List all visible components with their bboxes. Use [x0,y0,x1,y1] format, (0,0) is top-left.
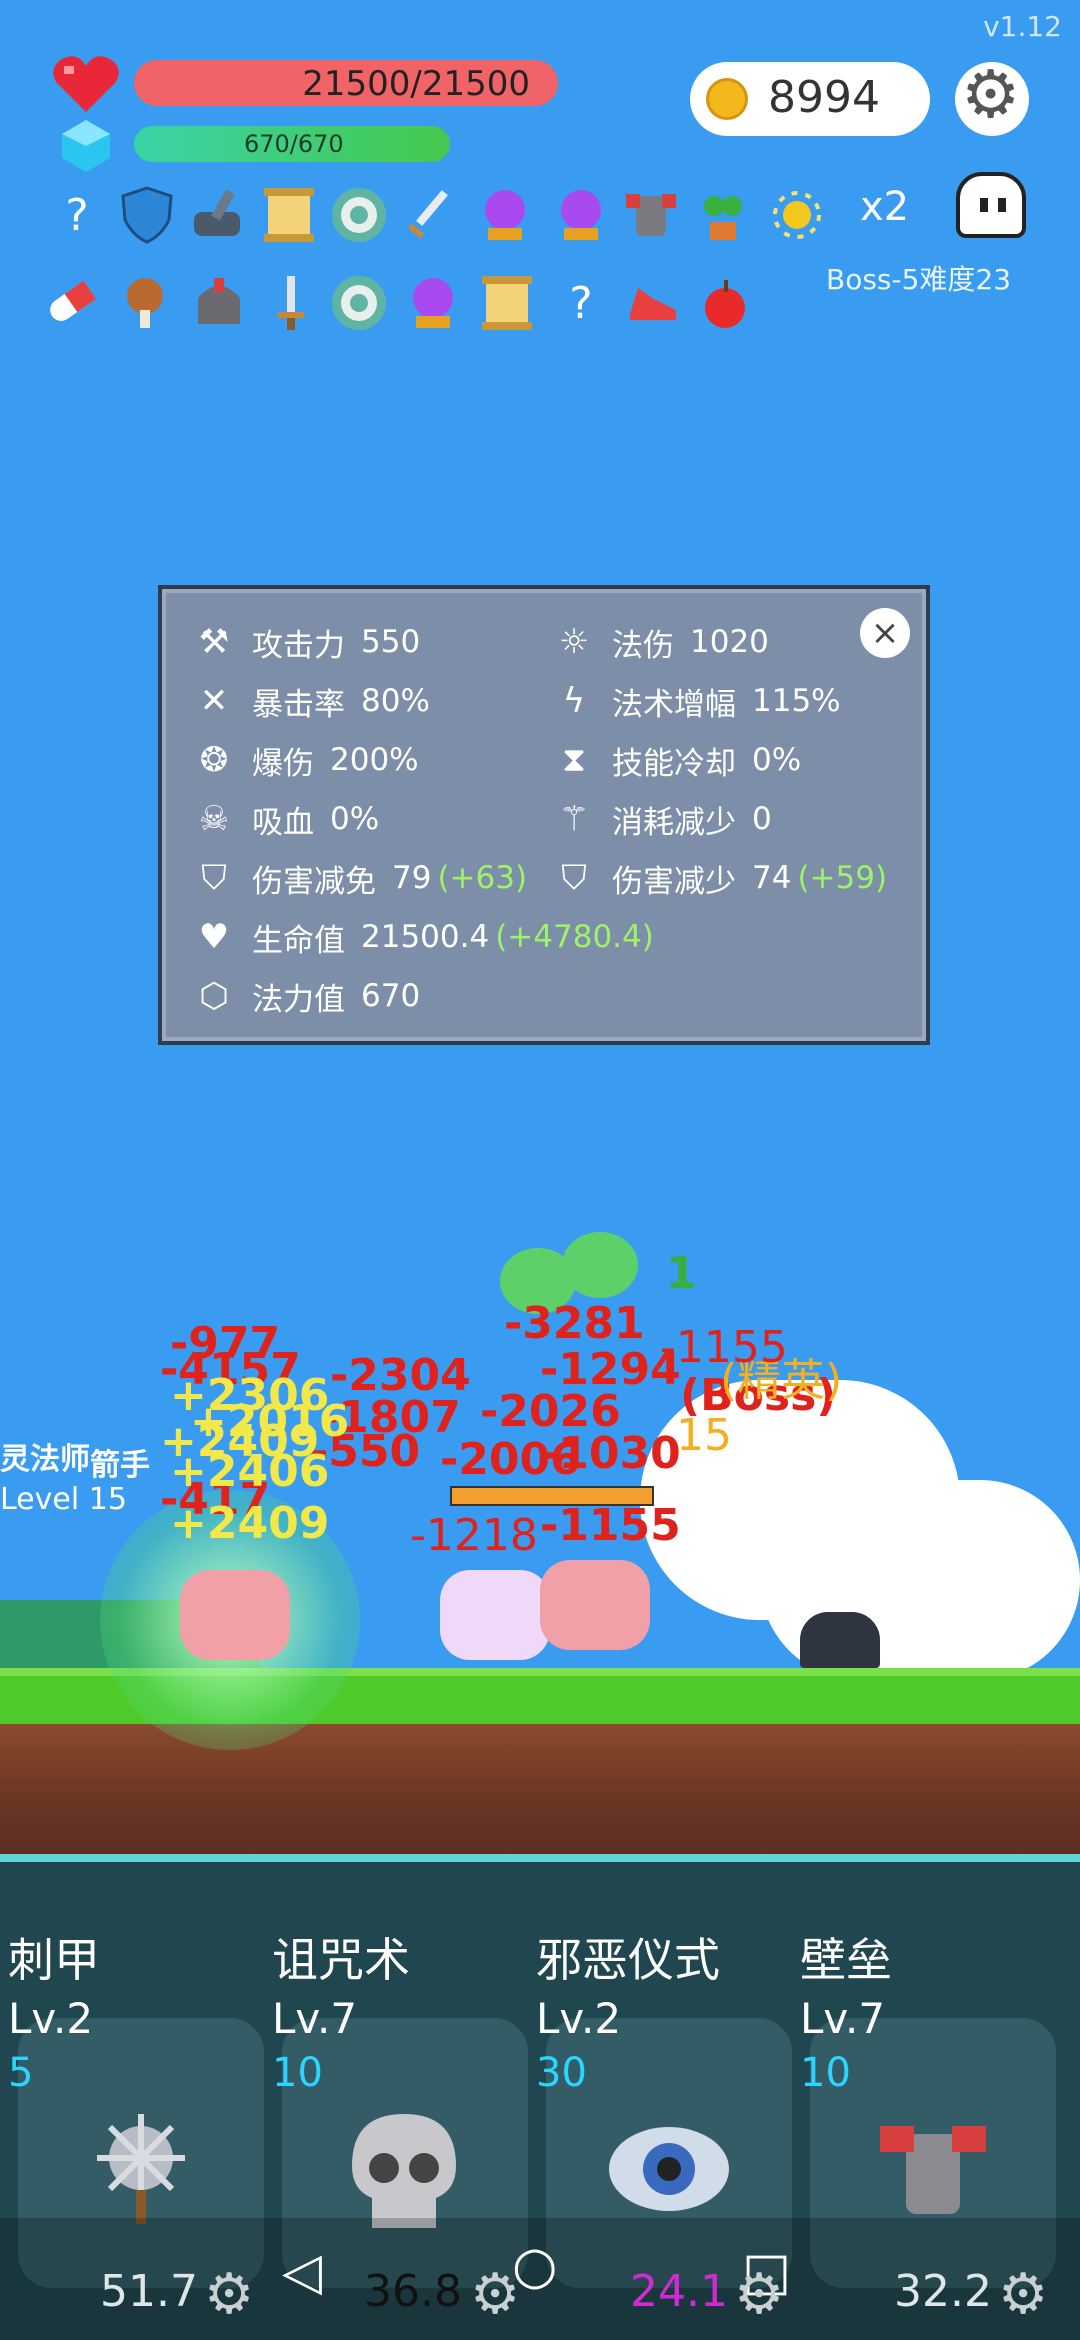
lightning-icon: ϟ [562,681,586,721]
skill-cooldown: 24.1 [630,2266,728,2317]
cooldown-gear-icon: ⚙ [998,2262,1049,2327]
hp-text: 21500/21500 [302,64,530,104]
damage-number: -3281 [504,1298,645,1349]
target-icon[interactable] [330,186,388,244]
hp-bar: 21500/21500 [134,60,558,106]
crystal-ball-icon[interactable] [476,186,534,244]
cooldown-gear-icon: ⚙ [734,2262,785,2327]
slime-enemy[interactable] [562,1232,638,1298]
hourglass-icon: ⧗ [562,740,586,780]
skill-cooldown: 32.2 [894,2266,992,2317]
meat-icon[interactable] [116,274,174,332]
unit-label: 灵法师 [0,1442,90,1477]
skill-cost: 30 [536,2050,587,2096]
apple-icon[interactable] [696,274,754,332]
pill-icon[interactable] [42,274,100,332]
stat-hp: ♥ 生命值 21500.4 (+4780.4) [190,915,654,959]
mortar-icon[interactable] [188,186,246,244]
crystal-ball-icon[interactable] [404,274,462,332]
mana-gem-icon [62,120,110,172]
shield-icon[interactable] [118,186,176,244]
stat-damage-decrease: ⛉ 伤害减少 74 (+59) [550,856,887,900]
stage-label: Boss-5难度23 [826,263,1012,296]
ally-character[interactable] [440,1570,550,1660]
dagger-icon[interactable] [262,274,320,332]
skill-name: 邪恶仪式 [536,1933,720,1987]
skull-icon: ☠ [198,799,230,839]
damage-number: -1030 [540,1428,681,1479]
speed-multiplier[interactable]: x2 [860,184,909,230]
question-icon[interactable]: ? [48,186,106,244]
stats-right-column: ☼ 法伤 1020 ϟ 法术增幅 115% ⧗ 技能冷却 0% ⚚ 消耗减少 0 ⛉ 伤害减少 74… [550,620,887,900]
skill-cost: 10 [800,2050,851,2096]
skill-level: Lv.2 [536,1994,622,2043]
green-number: 1 [666,1248,697,1299]
crystal-ball-icon[interactable] [552,186,610,244]
skill-level: Lv.2 [8,1994,94,2043]
skill-name: 壁垒 [800,1933,892,1987]
shield-icon: ⛉ [201,858,227,898]
scroll-icon[interactable] [478,274,536,332]
rock [800,1612,880,1668]
cooldown-gear-icon: ⚙ [204,2262,255,2327]
heart-icon: ♥ [198,917,230,957]
damage-number: -1218 [410,1510,538,1561]
damage-number: -1155 [540,1500,681,1551]
stat-magic-damage: ☼ 法伤 1020 [550,620,887,664]
stat-mana: ⬡ 法力值 670 [190,974,654,1018]
heal-number: 15 [676,1410,732,1461]
version-label: v1.12 [983,10,1062,43]
burst-icon: ❂ [199,740,229,780]
boss-character[interactable] [540,1560,650,1650]
plant-icon[interactable] [694,186,752,244]
unit-level: Level 15 [0,1482,127,1517]
question-icon[interactable]: ? [552,274,610,332]
stat-cooldown: ⧗ 技能冷却 0% [550,738,887,782]
sun-icon[interactable] [768,186,826,244]
sun-icon: ☼ [558,622,590,662]
divider [0,1854,1080,1862]
damage-number: -1155 [660,1322,788,1373]
coin-counter: 8994 [690,62,930,136]
mp-bar: 670/670 [134,126,450,162]
crosshair-icon: ✕ [199,681,229,721]
target-icon[interactable] [330,274,388,332]
eye-icon [609,2127,729,2211]
hexagon-icon: ⬡ [199,976,229,1016]
skill-level: Lv.7 [800,1994,886,2043]
heal-number: +2409 [170,1498,330,1549]
back-button[interactable]: ◁ [282,2242,322,2302]
helmet-icon[interactable] [190,274,248,332]
ghost-icon[interactable] [956,172,1026,238]
dirt-ground [0,1724,1080,1854]
scroll-icon[interactable] [260,186,318,244]
skill-cost: 10 [272,2050,323,2096]
skill-cost: 5 [8,2050,34,2096]
settings-gear-icon[interactable] [955,56,1029,136]
skill-name: 诅咒术 [272,1933,410,1987]
wand-icon: ⚚ [558,799,590,839]
shield-icon: ⛉ [561,858,587,898]
cooldown-gear-icon: ⚙ [470,2262,521,2327]
shoe-icon[interactable] [624,274,682,332]
stat-cost-reduction: ⚚ 消耗减少 0 [550,797,887,841]
skill-level: Lv.7 [272,1994,358,2043]
armor-icon[interactable] [622,186,680,244]
skill-name: 刺甲 [8,1933,100,1987]
heal-number: +2406 [170,1446,330,1497]
skill-cooldown: 36.8 [364,2266,462,2317]
sword-icon[interactable] [402,186,460,244]
coin-icon [706,78,748,120]
spiked-mace-icon [97,2114,185,2224]
skull-icon [352,2114,456,2228]
coin-amount: 8994 [768,72,880,123]
axe-icon: ⚒ [198,622,230,662]
skill-cooldown: 51.7 [100,2266,198,2317]
unit-label: 箭手 [90,1448,150,1483]
hero-character[interactable] [180,1570,290,1660]
stat-spell-amp: ϟ 法术增幅 115% [550,679,887,723]
heart-icon [53,56,119,112]
armor-icon [880,2126,986,2214]
mp-text: 670/670 [244,130,344,158]
